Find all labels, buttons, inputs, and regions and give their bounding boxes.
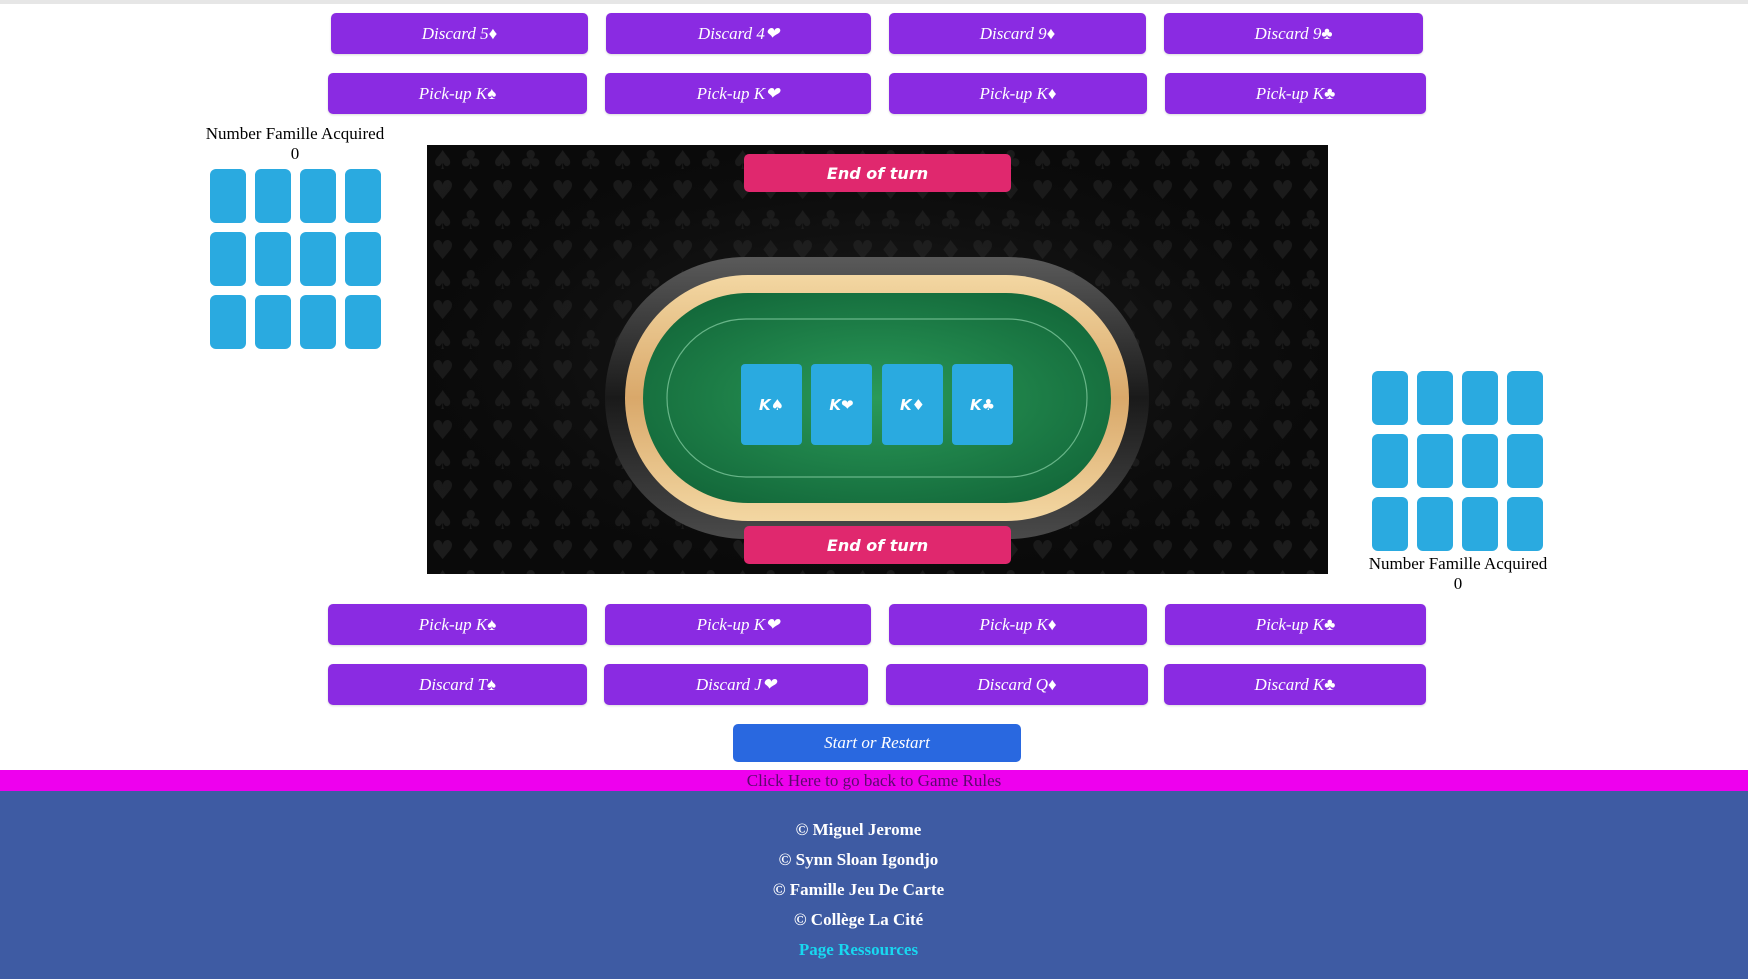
credit-line-2: © Synn Sloan Igondjo <box>778 850 939 869</box>
pickup-button-bottom-1[interactable]: Pick-up K♠ <box>328 604 587 645</box>
card-table: ♠ ♣ ♥ ♦ <box>427 145 1328 574</box>
bottom-player-hand <box>1372 371 1543 551</box>
top-hand-card-back[interactable] <box>300 232 336 286</box>
bottom-hand-card-back[interactable] <box>1462 497 1498 551</box>
bottom-hand-card-back[interactable] <box>1372 434 1408 488</box>
top-hand-card-back[interactable] <box>210 295 246 349</box>
discard-button-top-2[interactable]: Discard 4❤ <box>606 13 871 54</box>
end-turn-button-bottom[interactable]: End of turn <box>744 526 1011 564</box>
bottom-hand-card-back[interactable] <box>1507 434 1543 488</box>
top-hand-card-back[interactable] <box>345 295 381 349</box>
famille-count-top: 0 <box>290 144 300 163</box>
top-hand-card-back[interactable] <box>210 169 246 223</box>
start-restart-button[interactable]: Start or Restart <box>733 724 1021 762</box>
top-hand-card-back[interactable] <box>300 295 336 349</box>
discard-button-bottom-4[interactable]: Discard K♣ <box>1164 664 1426 705</box>
pickup-button-top-2[interactable]: Pick-up K❤ <box>605 73 871 114</box>
famille-label-bottom: Number Famille Acquired <box>1368 554 1548 573</box>
pickup-button-top-3[interactable]: Pick-up K♦ <box>889 73 1147 114</box>
discard-button-top-3[interactable]: Discard 9♦ <box>889 13 1146 54</box>
bottom-hand-card-back[interactable] <box>1372 371 1408 425</box>
top-hand-card-back[interactable] <box>255 232 291 286</box>
top-hand-card-back[interactable] <box>345 169 381 223</box>
bottom-hand-card-back[interactable] <box>1507 371 1543 425</box>
bottom-hand-card-back[interactable] <box>1462 371 1498 425</box>
top-hand-card-back[interactable] <box>255 169 291 223</box>
top-divider <box>0 0 1748 4</box>
table-card-3[interactable]: K♦ <box>882 364 943 445</box>
pickup-button-bottom-4[interactable]: Pick-up K♣ <box>1165 604 1426 645</box>
discard-button-bottom-2[interactable]: Discard J❤ <box>604 664 868 705</box>
credit-line-3: © Famille Jeu De Carte <box>772 880 945 899</box>
table-background: ♠ ♣ ♥ ♦ <box>427 145 1328 574</box>
pickup-button-top-4[interactable]: Pick-up K♣ <box>1165 73 1426 114</box>
game-rules-link[interactable]: Click Here to go back to Game Rules <box>0 770 1748 791</box>
pickup-button-bottom-3[interactable]: Pick-up K♦ <box>889 604 1147 645</box>
bottom-hand-card-back[interactable] <box>1507 497 1543 551</box>
bottom-hand-card-back[interactable] <box>1372 497 1408 551</box>
pickup-button-top-1[interactable]: Pick-up K♠ <box>328 73 587 114</box>
table-felt <box>643 293 1111 503</box>
table-card-4[interactable]: K♣ <box>952 364 1013 445</box>
credit-line-1: © Miguel Jerome <box>795 820 922 839</box>
bottom-hand-card-back[interactable] <box>1462 434 1498 488</box>
top-hand-card-back[interactable] <box>300 169 336 223</box>
discard-button-bottom-1[interactable]: Discard T♠ <box>328 664 587 705</box>
top-hand-card-back[interactable] <box>210 232 246 286</box>
top-player-hand <box>210 169 381 349</box>
page-ressources-link[interactable]: Page Ressources <box>0 940 1717 960</box>
discard-button-bottom-3[interactable]: Discard Q♦ <box>886 664 1148 705</box>
credit-line-4: © Collège La Cité <box>793 910 924 929</box>
bottom-hand-card-back[interactable] <box>1417 371 1453 425</box>
discard-button-top-1[interactable]: Discard 5♦ <box>331 13 588 54</box>
discard-button-top-4[interactable]: Discard 9♣ <box>1164 13 1423 54</box>
table-card-2[interactable]: K❤ <box>811 364 872 445</box>
top-hand-card-back[interactable] <box>345 232 381 286</box>
famille-count-bottom: 0 <box>1453 574 1463 593</box>
end-turn-button-top[interactable]: End of turn <box>744 154 1011 192</box>
pickup-button-bottom-2[interactable]: Pick-up K❤ <box>605 604 871 645</box>
bottom-hand-card-back[interactable] <box>1417 497 1453 551</box>
table-card-1[interactable]: K♠ <box>741 364 802 445</box>
bottom-hand-card-back[interactable] <box>1417 434 1453 488</box>
top-hand-card-back[interactable] <box>255 295 291 349</box>
famille-label-top: Number Famille Acquired <box>205 124 385 143</box>
